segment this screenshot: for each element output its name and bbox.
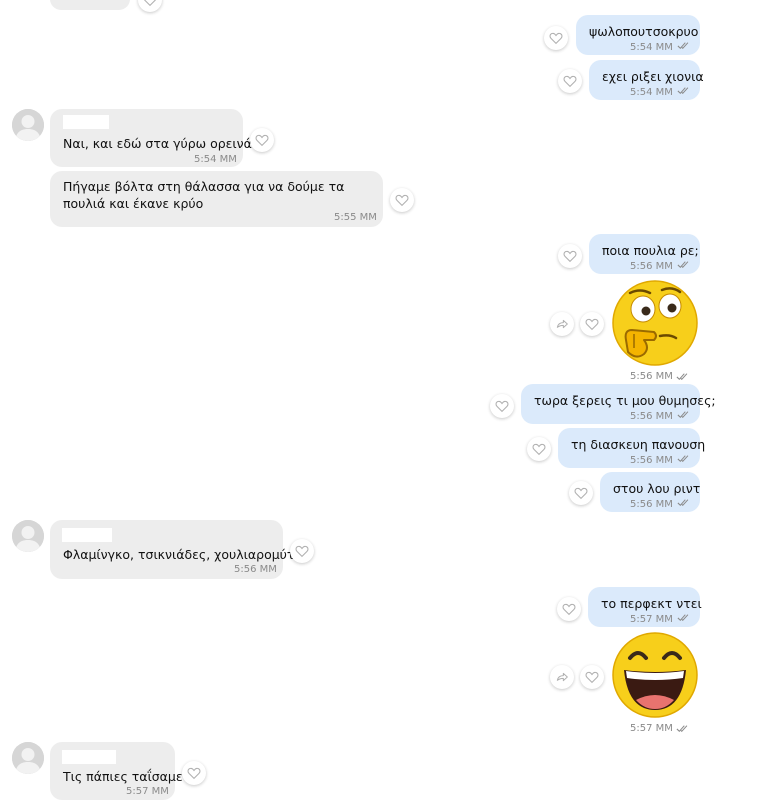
message-time: 5:57 MM (630, 723, 673, 734)
message-text: Πήγαμε βόλτα στη θάλασσα για να δούμε τα… (63, 179, 345, 211)
message-text: τη διασκευη πανουση (571, 437, 706, 452)
heart-icon (573, 485, 589, 501)
sender-name (63, 115, 109, 129)
heart-icon (584, 316, 600, 332)
message-time: 5:56 MM (630, 371, 673, 382)
like-button[interactable] (557, 597, 581, 621)
double-check-icon (677, 86, 691, 95)
user-avatar[interactable] (12, 109, 44, 141)
like-button[interactable] (558, 69, 582, 93)
like-button[interactable] (490, 394, 514, 418)
heart-icon (584, 669, 600, 685)
previous-message-bubble (50, 0, 130, 10)
heart-icon (294, 543, 310, 559)
outgoing-message[interactable]: εχει ριξει χιονια 5:54 MM (589, 60, 704, 100)
message-time: 5:57 MM (126, 786, 169, 797)
double-check-icon (676, 724, 690, 733)
heart-icon (548, 30, 564, 46)
message-time: 5:57 MM (630, 614, 673, 625)
laughing-emoji-sticker[interactable] (610, 630, 700, 720)
outgoing-message[interactable]: στου λου ριντ 5:56 MM (600, 472, 700, 512)
message-text: Ναι, και εδώ στα γύρω ορεινά (63, 136, 252, 151)
user-silhouette-icon (12, 520, 44, 552)
like-button[interactable] (138, 0, 162, 12)
like-button[interactable] (250, 128, 274, 152)
like-button[interactable] (580, 312, 604, 336)
message-time: 5:56 MM (630, 411, 673, 422)
incoming-message[interactable]: Ναι, και εδώ στα γύρω ορεινά 5:54 MM (50, 109, 252, 167)
double-check-icon (677, 410, 691, 419)
share-icon (554, 669, 570, 685)
double-check-icon (677, 41, 691, 50)
message-time: 5:56 MM (630, 499, 673, 510)
message-text: ποια πουλια ρε; (602, 243, 699, 258)
message-time: 5:54 MM (630, 42, 673, 53)
user-avatar[interactable] (12, 742, 44, 774)
message-time: 5:55 MM (334, 212, 377, 223)
message-time: 5:56 MM (630, 455, 673, 466)
outgoing-message[interactable]: τη διασκευη πανουση 5:56 MM (558, 428, 705, 468)
message-time: 5:54 MM (630, 87, 673, 98)
forward-button[interactable] (550, 665, 574, 689)
incoming-message[interactable]: Πήγαμε βόλτα στη θάλασσα για να δούμε τα… (50, 171, 383, 227)
outgoing-message[interactable]: τωρα ξερεις τι μου θυμησες; 5:56 MM (521, 384, 716, 424)
like-button[interactable] (290, 539, 314, 563)
double-check-icon (677, 498, 691, 507)
share-icon (554, 316, 570, 332)
heart-icon (531, 441, 547, 457)
sender-name (62, 528, 112, 542)
like-button[interactable] (527, 437, 551, 461)
incoming-message[interactable]: Τις πάπιες ταΐσαμε 5:57 MM (50, 742, 183, 800)
heart-icon (494, 398, 510, 414)
heart-icon (186, 765, 202, 781)
outgoing-message[interactable]: το περφεκτ ντει 5:57 MM (588, 587, 702, 627)
user-silhouette-icon (12, 109, 44, 141)
heart-icon (562, 73, 578, 89)
outgoing-message[interactable]: ποια πουλια ρε; 5:56 MM (589, 234, 700, 274)
like-button[interactable] (580, 665, 604, 689)
incoming-message[interactable]: Φλαμίνγκο, τσικνιάδες, χουλιαρομύτες 5:5… (50, 520, 309, 579)
message-text: ψωλοπουτσοκρυο (589, 24, 699, 39)
message-time: 5:56 MM (234, 564, 277, 575)
like-button[interactable] (390, 188, 414, 212)
heart-icon (142, 0, 158, 8)
like-button[interactable] (558, 244, 582, 268)
outgoing-message[interactable]: ψωλοπουτσοκρυο 5:54 MM (576, 15, 700, 55)
message-text: το περφεκτ ντει (601, 596, 702, 611)
like-button[interactable] (544, 26, 568, 50)
heart-icon (254, 132, 270, 148)
double-check-icon (676, 372, 690, 381)
message-text: τωρα ξερεις τι μου θυμησες; (534, 393, 716, 408)
message-text: στου λου ριντ (613, 481, 701, 496)
like-button[interactable] (182, 761, 206, 785)
thinking-emoji-sticker[interactable] (610, 278, 700, 368)
message-text: εχει ριξει χιονια (602, 69, 704, 84)
double-check-icon (677, 454, 691, 463)
message-time: 5:56 MM (630, 261, 673, 272)
forward-button[interactable] (550, 312, 574, 336)
heart-icon (561, 601, 577, 617)
user-silhouette-icon (12, 742, 44, 774)
message-time: 5:54 MM (194, 154, 237, 165)
sender-name (62, 750, 116, 764)
user-avatar[interactable] (12, 520, 44, 552)
double-check-icon (677, 613, 691, 622)
heart-icon (562, 248, 578, 264)
like-button[interactable] (569, 481, 593, 505)
heart-icon (394, 192, 410, 208)
double-check-icon (677, 260, 691, 269)
